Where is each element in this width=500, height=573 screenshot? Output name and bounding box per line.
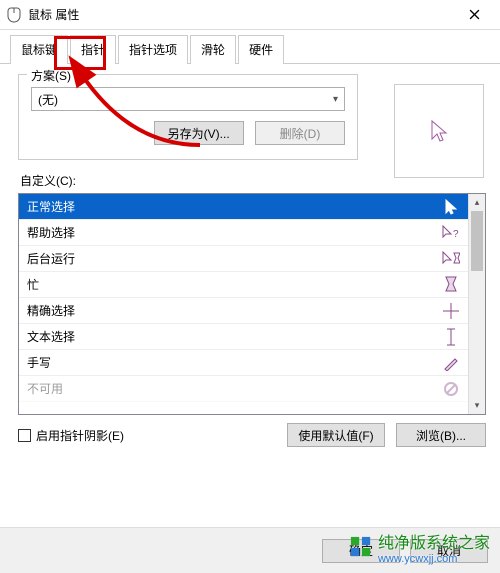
list-item[interactable]: 手写 (19, 350, 468, 376)
browse-button[interactable]: 浏览(B)... (396, 423, 486, 447)
cursor-no-icon (442, 381, 460, 397)
list-item-label: 帮助选择 (27, 224, 75, 241)
list-item[interactable]: 帮助选择 ? (19, 220, 468, 246)
list-item[interactable]: 文本选择 (19, 324, 468, 350)
scroll-track[interactable] (469, 211, 485, 397)
scheme-group: 方案(S) (无) ▾ 另存为(V)... 删除(D) (18, 74, 358, 160)
list-item-label: 不可用 (27, 380, 63, 397)
cursor-listbox[interactable]: 正常选择 帮助选择 ? 后台运行 忙 (18, 193, 486, 415)
svg-text:?: ? (453, 229, 459, 240)
cursor-working-icon (442, 251, 460, 267)
tab-buttons[interactable]: 鼠标键 (10, 35, 68, 64)
scheme-selected-value: (无) (38, 91, 58, 108)
close-button[interactable] (454, 1, 494, 29)
cursor-arrow-icon (430, 119, 448, 143)
save-as-button[interactable]: 另存为(V)... (154, 121, 244, 145)
watermark-url: www.ycwxjj.com (378, 553, 490, 565)
list-item[interactable]: 后台运行 (19, 246, 468, 272)
scroll-up-button[interactable]: ▴ (469, 194, 485, 211)
tab-bar: 鼠标键 指针 指针选项 滑轮 硬件 (0, 30, 500, 64)
checkbox-box (18, 429, 31, 442)
tab-pane-pointers: 方案(S) (无) ▾ 另存为(V)... 删除(D) 自定义(C): 正常选择… (0, 64, 500, 447)
list-item-label: 正常选择 (27, 198, 75, 215)
scroll-down-button[interactable]: ▾ (469, 397, 485, 414)
mouse-icon (6, 7, 22, 23)
tab-wheel[interactable]: 滑轮 (190, 35, 236, 64)
cursor-list-content: 正常选择 帮助选择 ? 后台运行 忙 (19, 194, 468, 414)
scroll-thumb[interactable] (471, 211, 483, 271)
cursor-pen-icon (442, 355, 460, 371)
list-item[interactable]: 精确选择 (19, 298, 468, 324)
list-item[interactable]: 正常选择 (19, 194, 468, 220)
cursor-text-icon (442, 328, 460, 346)
cursor-help-icon: ? (442, 225, 460, 241)
checkbox-label: 启用指针阴影(E) (36, 427, 124, 444)
cursor-busy-icon (442, 276, 460, 294)
pointer-shadow-checkbox[interactable]: 启用指针阴影(E) (18, 427, 124, 444)
tab-pointers[interactable]: 指针 (70, 35, 116, 64)
list-item-label: 忙 (27, 276, 39, 293)
cursor-arrow-icon (442, 199, 460, 215)
watermark-logo-icon (350, 536, 372, 558)
list-item-label: 手写 (27, 354, 51, 371)
list-item[interactable]: 不可用 (19, 376, 468, 402)
delete-button: 删除(D) (255, 121, 345, 145)
scheme-group-label: 方案(S) (27, 67, 75, 84)
titlebar: 鼠标 属性 (0, 0, 500, 30)
watermark: 纯净版系统之家 www.ycwxjj.com (350, 529, 490, 565)
tab-hardware[interactable]: 硬件 (238, 35, 284, 64)
window-title: 鼠标 属性 (28, 6, 454, 23)
use-default-button[interactable]: 使用默认值(F) (287, 423, 384, 447)
watermark-text: 纯净版系统之家 (378, 529, 490, 553)
close-icon (469, 9, 480, 20)
chevron-down-icon: ▾ (333, 94, 338, 105)
list-item[interactable]: 忙 (19, 272, 468, 298)
tab-pointer-options[interactable]: 指针选项 (118, 35, 188, 64)
list-item-label: 文本选择 (27, 328, 75, 345)
pointer-preview (394, 84, 484, 178)
list-item-label: 后台运行 (27, 250, 75, 267)
list-item-label: 精确选择 (27, 302, 75, 319)
listbox-scrollbar[interactable]: ▴ ▾ (468, 194, 485, 414)
cursor-crosshair-icon (442, 303, 460, 319)
scheme-combobox[interactable]: (无) ▾ (31, 87, 345, 111)
